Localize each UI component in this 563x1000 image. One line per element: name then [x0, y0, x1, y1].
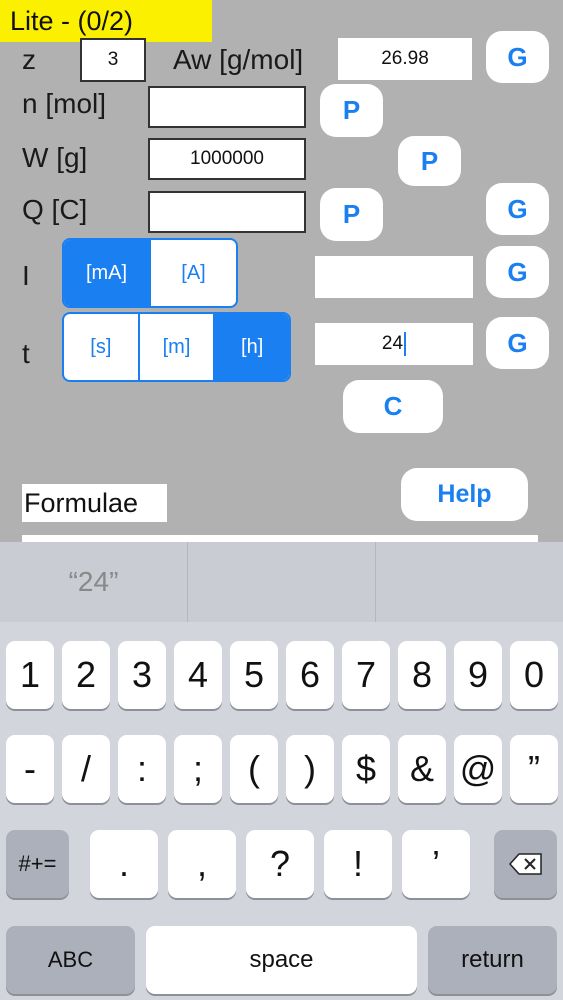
t-label: t [22, 338, 30, 369]
key-hyphen[interactable]: - [6, 735, 54, 803]
q-g-button[interactable]: G [486, 183, 549, 235]
space-key[interactable]: space [146, 926, 417, 994]
t-g-button[interactable]: G [486, 317, 549, 369]
suggestion-bar: “24” [0, 542, 563, 622]
w-label: W [g] [22, 142, 88, 173]
i-field[interactable] [315, 256, 473, 298]
key-0[interactable]: 0 [510, 641, 558, 709]
key-1[interactable]: 1 [6, 641, 54, 709]
key-7[interactable]: 7 [342, 641, 390, 709]
key-question[interactable]: ? [246, 830, 314, 898]
z-label: z [22, 44, 36, 75]
key-exclamation[interactable]: ! [324, 830, 392, 898]
key-colon[interactable]: : [118, 735, 166, 803]
aw-label: Aw [g/mol] [173, 44, 304, 75]
formulae-label: Formulae [22, 484, 167, 522]
key-3[interactable]: 3 [118, 641, 166, 709]
n-field[interactable] [148, 86, 306, 128]
backspace-icon [508, 853, 542, 875]
key-8[interactable]: 8 [398, 641, 446, 709]
clear-button[interactable]: C [343, 380, 443, 433]
return-key[interactable]: return [428, 926, 557, 994]
key-period[interactable]: . [90, 830, 158, 898]
text-cursor [404, 332, 407, 356]
key-9[interactable]: 9 [454, 641, 502, 709]
key-at[interactable]: @ [454, 735, 502, 803]
key-more-symbols[interactable]: #+= [6, 830, 69, 898]
segment-ma[interactable]: [mA] [64, 240, 151, 306]
suggestion-item[interactable] [188, 542, 376, 622]
q-p-button[interactable]: P [320, 188, 383, 241]
i-g-button[interactable]: G [486, 246, 549, 298]
aw-field[interactable]: 26.98 [338, 38, 472, 80]
key-quote[interactable]: ” [510, 735, 558, 803]
key-close-paren[interactable]: ) [286, 735, 334, 803]
time-unit-selector[interactable]: [s] [m] [h] [62, 312, 291, 382]
key-abc[interactable]: ABC [6, 926, 135, 994]
t-field[interactable]: 24 [315, 323, 473, 365]
current-unit-selector[interactable]: [mA] [A] [62, 238, 238, 308]
t-field-value: 24 [381, 333, 404, 354]
aw-g-button[interactable]: G [486, 31, 549, 83]
segment-a[interactable]: [A] [151, 240, 236, 306]
q-label: Q [C] [22, 194, 88, 225]
key-6[interactable]: 6 [286, 641, 334, 709]
key-4[interactable]: 4 [174, 641, 222, 709]
w-field[interactable]: 1000000 [148, 138, 306, 180]
suggestion-item[interactable]: “24” [0, 542, 188, 622]
key-5[interactable]: 5 [230, 641, 278, 709]
lite-badge: Lite - (0/2) [0, 0, 212, 42]
key-2[interactable]: 2 [62, 641, 110, 709]
help-button[interactable]: Help [401, 468, 528, 521]
key-open-paren[interactable]: ( [230, 735, 278, 803]
key-dollar[interactable]: $ [342, 735, 390, 803]
segment-h[interactable]: [h] [215, 314, 289, 380]
key-semicolon[interactable]: ; [174, 735, 222, 803]
key-ampersand[interactable]: & [398, 735, 446, 803]
backspace-key[interactable] [494, 830, 557, 898]
n-label: n [mol] [22, 88, 107, 119]
suggestion-item[interactable] [376, 542, 563, 622]
i-label: I [22, 260, 30, 291]
q-field[interactable] [148, 191, 306, 233]
key-apostrophe[interactable]: ’ [402, 830, 470, 898]
key-slash[interactable]: / [62, 735, 110, 803]
z-field[interactable]: 3 [80, 38, 146, 82]
segment-s[interactable]: [s] [64, 314, 140, 380]
key-comma[interactable]: , [168, 830, 236, 898]
w-p-button[interactable]: P [398, 136, 461, 186]
n-p-button[interactable]: P [320, 84, 383, 137]
segment-m[interactable]: [m] [140, 314, 216, 380]
